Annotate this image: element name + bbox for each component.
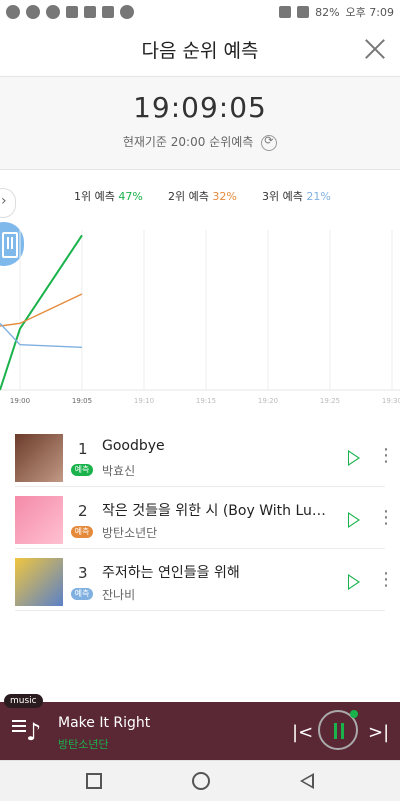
play-icon[interactable] — [348, 512, 360, 528]
play-icon[interactable] — [348, 450, 360, 466]
rank-number: 1 — [78, 440, 88, 458]
back-icon[interactable] — [300, 773, 314, 789]
artist-name: 방탄소년단 — [102, 526, 158, 540]
song-title: 주저하는 연인들을 위해 — [102, 565, 240, 581]
system-nav-bar — [0, 760, 400, 801]
series-line — [0, 322, 83, 349]
progress-dot — [350, 710, 358, 718]
next-icon[interactable]: >| — [368, 722, 389, 743]
notification-icon — [84, 6, 96, 18]
now-playing-artist: 방탄소년단 — [58, 738, 109, 751]
notification-icon — [6, 5, 20, 19]
prediction-subtitle: 현재기준 20:00 순위예측 — [0, 133, 400, 151]
divider — [15, 548, 385, 549]
prediction-basis: 현재기준 20:00 순위예측 — [122, 135, 254, 149]
previous-icon[interactable]: |< — [292, 722, 313, 743]
x-tick-label: 19:10 — [134, 397, 154, 405]
prediction-badge: 예측 — [71, 526, 93, 538]
home-icon[interactable] — [192, 772, 210, 790]
status-icons-left — [6, 5, 134, 19]
prediction-line-chart: 19:00 19:05 19:10 19:15 19:20 19:25 19:30 — [0, 230, 400, 405]
now-playing-title: Make It Right — [58, 715, 151, 731]
music-tag: music — [4, 694, 43, 708]
status-icons-right: 82% 오후 7:09 — [279, 4, 394, 20]
notification-icon — [102, 6, 114, 18]
pause-icon — [334, 723, 346, 739]
artist-name: 박효신 — [102, 464, 136, 478]
wifi-icon — [279, 6, 292, 18]
list-item[interactable]: 3 주저하는 연인들을 위해 예측 잔나비 — [0, 550, 400, 612]
play-icon[interactable] — [348, 574, 360, 590]
more-options-icon[interactable] — [377, 507, 395, 528]
current-time: 19:09:05 — [133, 91, 267, 124]
song-title: Goodbye — [102, 438, 165, 454]
x-tick-label: 19:30 — [382, 397, 400, 405]
rank-number: 3 — [78, 564, 88, 582]
x-tick-label: 19:15 — [196, 397, 216, 405]
divider — [15, 610, 385, 611]
close-icon[interactable] — [364, 38, 386, 60]
x-tick-label: 19:00 — [10, 397, 30, 405]
album-art — [15, 434, 63, 482]
page-title: 다음 순위 예측 — [141, 40, 259, 62]
pause-button[interactable] — [318, 710, 358, 750]
status-bar: 82% 오후 7:09 — [0, 0, 400, 24]
battery-level: 82% — [315, 5, 340, 19]
list-item[interactable]: 1 Goodbye 예측 박효신 — [0, 426, 400, 488]
prediction-badge: 예측 — [71, 588, 93, 600]
prediction-badge: 예측 — [71, 464, 93, 476]
x-tick-label: 19:25 — [320, 397, 340, 405]
list-item[interactable]: 2 작은 것들을 위한 시 (Boy With Luv) (Feat. Hals… — [0, 488, 400, 550]
more-options-icon[interactable] — [377, 569, 395, 590]
legend-item-2: 2위 예측 32% — [168, 190, 237, 203]
x-tick-label: 19:05 — [72, 397, 92, 405]
download-icon — [66, 6, 78, 18]
status-time: 오후 7:09 — [345, 6, 394, 19]
album-art — [15, 496, 63, 544]
divider — [15, 486, 385, 487]
rank-number: 2 — [78, 502, 88, 520]
refresh-icon[interactable] — [261, 134, 278, 151]
x-tick-label: 19:20 — [258, 397, 278, 405]
music-note-icon: ♪ — [26, 718, 42, 746]
notification-icon — [26, 5, 40, 19]
notification-icon — [120, 5, 134, 19]
song-title: 작은 것들을 위한 시 (Boy With Luv) (Feat. Halsey… — [102, 503, 334, 519]
album-art — [15, 558, 63, 606]
notification-icon — [46, 5, 60, 19]
signal-icon — [297, 6, 310, 18]
time-panel: 19:09:05 현재기준 20:00 순위예측 — [0, 77, 400, 170]
recent-apps-icon[interactable] — [86, 773, 102, 789]
legend-item-3: 3위 예측 21% — [262, 190, 331, 203]
hamburger-menu-icon[interactable] — [12, 720, 26, 734]
mini-player[interactable]: music ♪ Make It Right 방탄소년단 |< >| — [0, 694, 400, 760]
header: 다음 순위 예측 — [0, 24, 400, 77]
legend-item-1: 1위 예측 47% — [74, 190, 143, 203]
artist-name: 잔나비 — [102, 588, 136, 602]
more-options-icon[interactable] — [377, 445, 395, 466]
